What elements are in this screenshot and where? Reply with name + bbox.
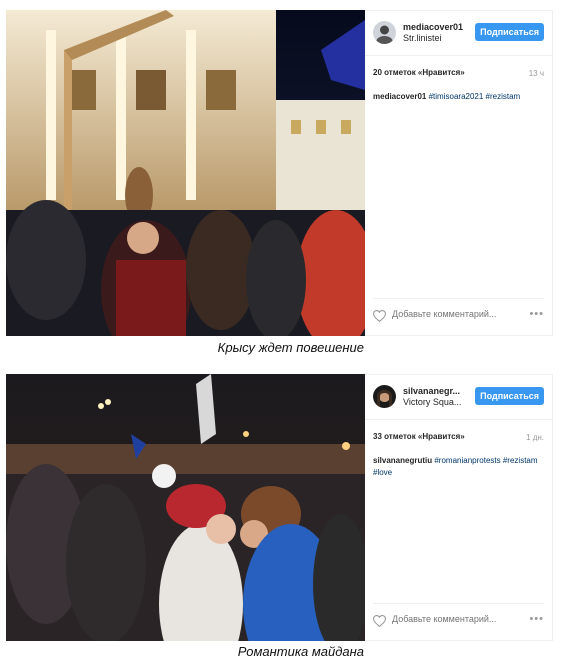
avatar-icon — [373, 21, 396, 44]
more-options-icon[interactable]: ••• — [529, 308, 544, 320]
follow-button[interactable]: Подписаться — [475, 23, 544, 41]
post-photo[interactable] — [6, 374, 365, 641]
hashtag-link[interactable]: #rezistam — [503, 456, 538, 465]
photo-caption: Крысу ждет повешение — [217, 340, 364, 355]
follow-button[interactable]: Подписаться — [475, 387, 544, 405]
comment-bar: ••• — [373, 298, 544, 335]
instagram-post-1: mediacover01 Str.linistei Подписаться 20… — [6, 10, 553, 336]
post-timestamp[interactable]: 1 дн. — [526, 433, 544, 442]
heart-icon[interactable] — [373, 310, 386, 322]
more-options-icon[interactable]: ••• — [529, 613, 544, 625]
likes-count[interactable]: 20 отметок «Нравится» — [373, 68, 465, 77]
comment-input[interactable] — [392, 614, 512, 624]
location-link[interactable]: Str.linistei — [403, 33, 442, 43]
photo-caption: Романтика майдана — [237, 644, 364, 659]
hashtag-link[interactable]: #rezistam — [486, 92, 521, 101]
username-link[interactable]: mediacover01 — [403, 22, 463, 32]
comment-input[interactable] — [392, 309, 512, 319]
post-caption: mediacover01 #timisoara2021 #rezistam — [373, 91, 544, 103]
avatar[interactable] — [373, 385, 396, 408]
username-link[interactable]: silvananegr... — [403, 386, 460, 396]
location-link[interactable]: Victory Squa... — [403, 397, 461, 407]
post-caption: silvananegrutiu #romanianprotests #rezis… — [373, 455, 544, 479]
post-timestamp[interactable]: 13 ч — [529, 69, 544, 78]
avatar-icon — [373, 385, 396, 408]
post-header: silvananegr... Victory Squa... Подписать… — [365, 375, 552, 420]
instagram-post-2: silvananegr... Victory Squa... Подписать… — [6, 374, 553, 641]
hashtag-link[interactable]: #timisoara2021 — [429, 92, 484, 101]
heart-icon[interactable] — [373, 615, 386, 627]
likes-count[interactable]: 33 отметок «Нравится» — [373, 432, 465, 441]
caption-username[interactable]: mediacover01 — [373, 92, 426, 101]
hashtag-link[interactable]: #romanianprotests — [434, 456, 500, 465]
protest-night-photo — [6, 10, 365, 336]
avatar[interactable] — [373, 21, 396, 44]
post-sidebar: mediacover01 Str.linistei Подписаться 20… — [365, 10, 553, 336]
post-header: mediacover01 Str.linistei Подписаться — [365, 11, 552, 56]
post-photo[interactable] — [6, 10, 365, 336]
protest-kiss-photo — [6, 374, 365, 641]
caption-username[interactable]: silvananegrutiu — [373, 456, 432, 465]
comment-bar: ••• — [373, 603, 544, 640]
hashtag-link[interactable]: #love — [373, 468, 392, 477]
post-sidebar: silvananegr... Victory Squa... Подписать… — [365, 374, 553, 641]
